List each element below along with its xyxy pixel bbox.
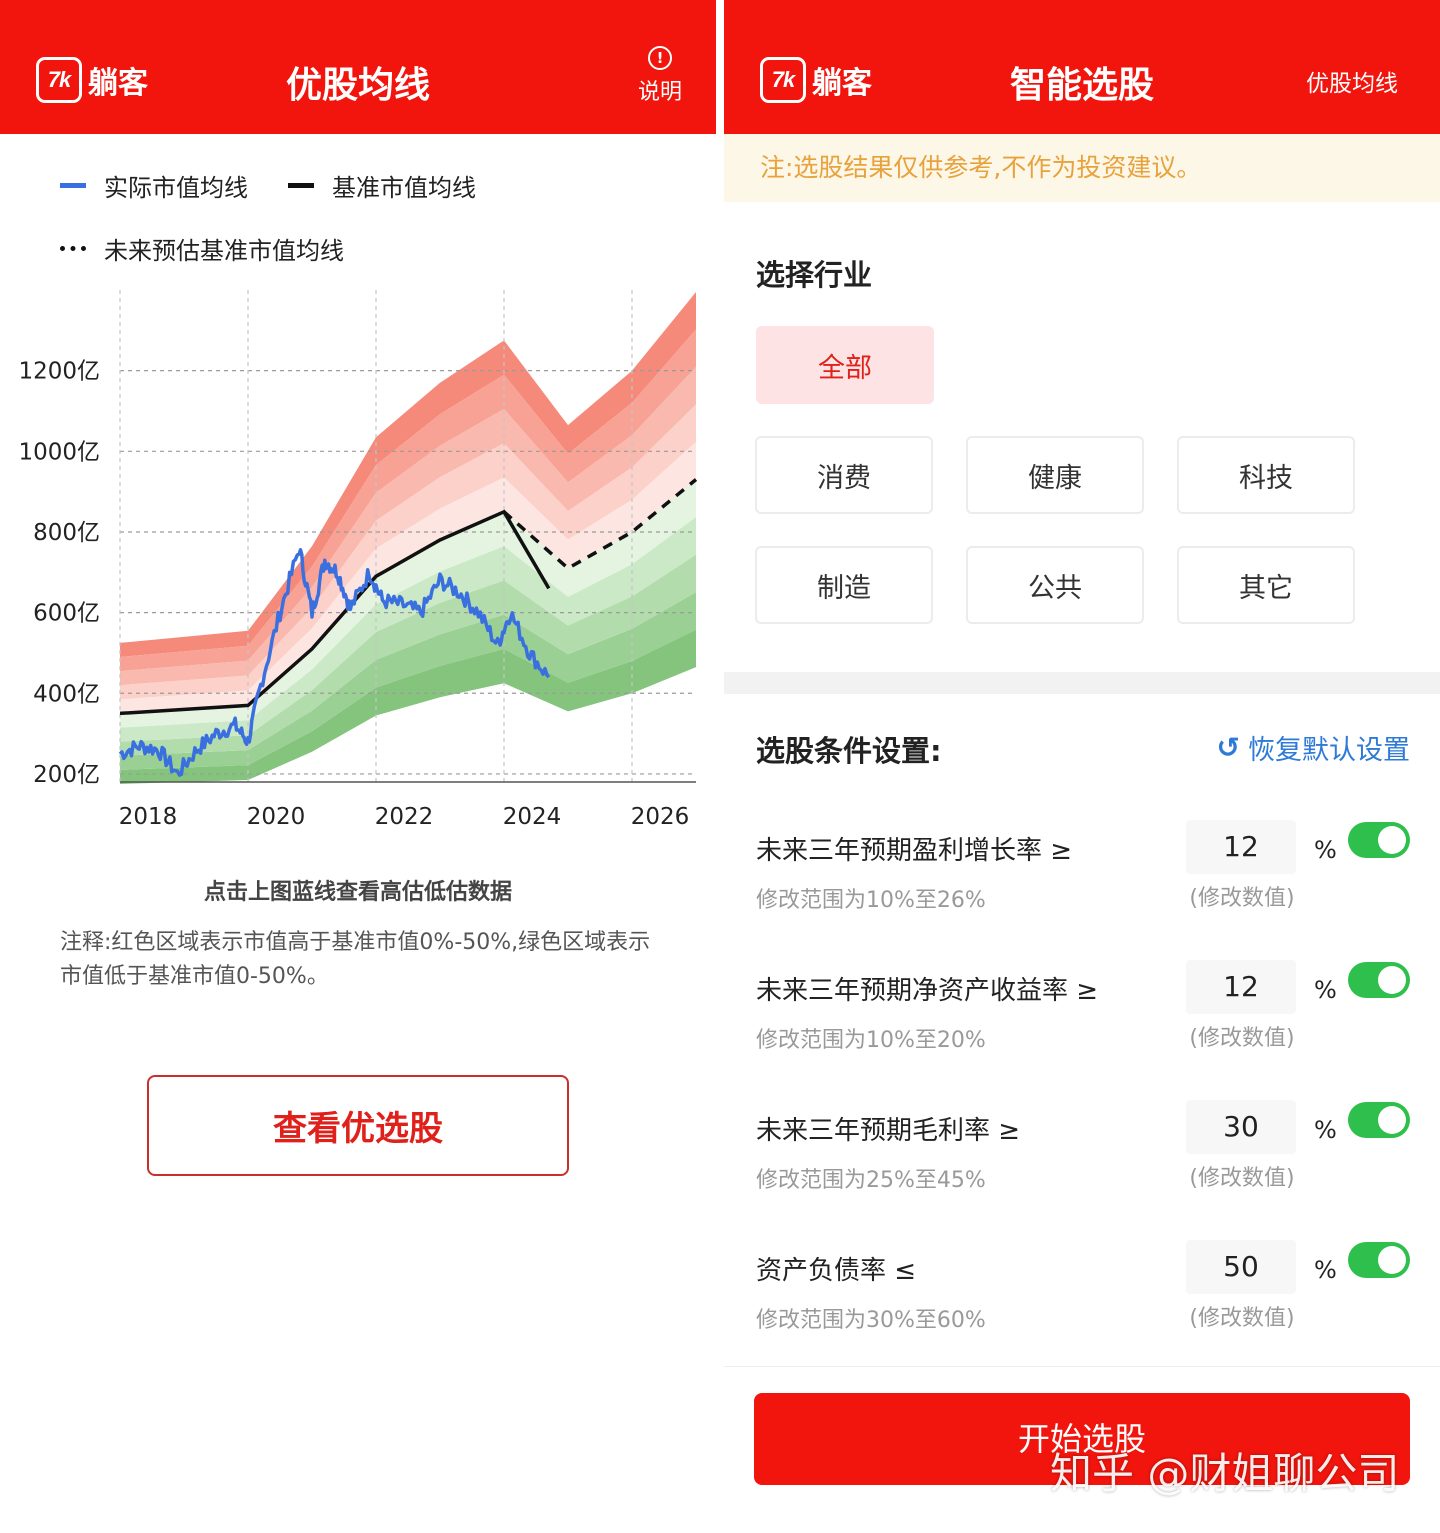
industry-chip-tech[interactable]: 科技 — [1177, 436, 1355, 514]
condition-label: 未来三年预期毛利率 ≥ — [756, 1116, 1021, 1146]
reset-defaults-button[interactable]: ↺ 恢复默认设置 — [1217, 728, 1410, 767]
condition-unit: % — [1314, 976, 1337, 1004]
condition-hint: (修改数值) — [1189, 886, 1295, 911]
reset-label: 恢复默认设置 — [1248, 735, 1410, 766]
y-tick-label: 200亿 — [33, 762, 100, 788]
legend-swatch-baseline — [288, 183, 314, 188]
toggle-knob — [1378, 1106, 1406, 1134]
condition-unit: % — [1314, 836, 1337, 864]
disclaimer-notice: 注:选股结果仅供参考,不作为投资建议。 — [724, 134, 1440, 202]
y-tick-label: 600亿 — [33, 601, 100, 627]
industry-chip-public[interactable]: 公共 — [966, 546, 1144, 624]
condition-label: 未来三年预期净资产收益率 ≥ — [756, 976, 1099, 1006]
condition-value-input[interactable]: 30 — [1186, 1100, 1296, 1154]
x-tick-label: 2020 — [247, 804, 306, 830]
market-value-chart[interactable]: 200亿 400亿 600亿 800亿 1000亿 1200亿 2018 2020 2022 20… — [0, 280, 716, 840]
page-title: 优股均线 — [285, 65, 430, 106]
view-picks-button[interactable]: 查看优选股 — [147, 1075, 569, 1176]
condition-hint: (修改数值) — [1189, 1306, 1295, 1331]
condition-range: 修改范围为30%至60% — [756, 1308, 986, 1333]
refresh-icon: ↺ — [1216, 731, 1240, 764]
header-link-ma[interactable]: 优股均线 — [1306, 64, 1398, 98]
legend-label-baseline: 基准市值均线 — [332, 174, 476, 202]
condition-hint: (修改数值) — [1189, 1026, 1295, 1051]
condition-roe: 未来三年预期净资产收益率 ≥ 修改范围为10%至20% 12 (修改数值) % — [724, 960, 1440, 1090]
industry-chip-manufacturing[interactable]: 制造 — [755, 546, 933, 624]
condition-gross-margin: 未来三年预期毛利率 ≥ 修改范围为25%至45% 30 (修改数值) % — [724, 1100, 1440, 1230]
industry-chip-all[interactable]: 全部 — [756, 326, 934, 404]
industry-chip-consumer[interactable]: 消费 — [755, 436, 933, 514]
section-divider — [724, 672, 1440, 694]
right-header: 7k 躺客 智能选股 优股均线 — [724, 0, 1440, 134]
legend-label-actual: 实际市值均线 — [104, 174, 248, 202]
left-header: 7k 躺客 优股均线 ! 说明 — [0, 0, 716, 134]
industry-chip-other[interactable]: 其它 — [1177, 546, 1355, 624]
toggle-knob — [1378, 1246, 1406, 1274]
y-tick-label: 1200亿 — [18, 359, 100, 385]
condition-toggle[interactable] — [1348, 822, 1410, 858]
conditions-section-title: 选股条件设置: — [756, 734, 942, 768]
condition-value-input[interactable]: 12 — [1186, 820, 1296, 874]
condition-toggle[interactable] — [1348, 962, 1410, 998]
x-tick-label: 2026 — [631, 804, 690, 830]
condition-range: 修改范围为10%至20% — [756, 1028, 986, 1053]
condition-hint: (修改数值) — [1189, 1166, 1295, 1191]
legend-swatch-actual — [60, 183, 86, 188]
condition-toggle[interactable] — [1348, 1102, 1410, 1138]
condition-unit: % — [1314, 1116, 1337, 1144]
info-icon: ! — [648, 46, 672, 70]
chart-note: 注释:红色区域表示市值高于基准市值0%-50%,绿色区域表示市值低于基准市值0-… — [60, 930, 651, 989]
legend-baseline: 基准市值均线 — [288, 168, 476, 203]
condition-label: 未来三年预期盈利增长率 ≥ — [756, 836, 1073, 866]
legend-swatch-forecast — [60, 246, 86, 251]
legend-forecast: 未来预估基准市值均线 — [60, 231, 344, 266]
help-label: 说明 — [637, 80, 682, 105]
chart-svg: 200亿 400亿 600亿 800亿 1000亿 1200亿 2018 2020 2022 20… — [18, 290, 698, 830]
left-screen: 7k 躺客 优股均线 ! 说明 实际市值均线 基准市值均线 未来预估基准市值均线… — [0, 0, 716, 1533]
toggle-knob — [1378, 826, 1406, 854]
condition-range: 修改范围为25%至45% — [756, 1168, 986, 1193]
panel-gap — [716, 0, 724, 1533]
y-tick-label: 400亿 — [33, 681, 100, 707]
condition-label: 资产负债率 ≤ — [756, 1256, 917, 1286]
condition-unit: % — [1314, 1256, 1337, 1284]
y-tick-label: 1000亿 — [18, 439, 100, 465]
condition-value-input[interactable]: 50 — [1186, 1240, 1296, 1294]
condition-debt-ratio: 资产负债率 ≤ 修改范围为30%至60% 50 (修改数值) % — [724, 1240, 1440, 1370]
help-button[interactable]: ! 说明 — [634, 46, 686, 106]
legend-actual: 实际市值均线 — [60, 168, 248, 203]
industry-section-title: 选择行业 — [756, 258, 873, 292]
industry-chip-health[interactable]: 健康 — [966, 436, 1144, 514]
condition-value-input[interactable]: 12 — [1186, 960, 1296, 1014]
condition-range: 修改范围为10%至26% — [756, 888, 986, 913]
chart-hint: 点击上图蓝线查看高估低估数据 — [203, 880, 512, 905]
y-tick-label: 800亿 — [33, 520, 100, 546]
x-tick-label: 2022 — [375, 804, 434, 830]
condition-profit-growth: 未来三年预期盈利增长率 ≥ 修改范围为10%至26% 12 (修改数值) % — [724, 820, 1440, 950]
legend-label-forecast: 未来预估基准市值均线 — [104, 237, 344, 265]
right-screen: 7k 躺客 智能选股 优股均线 注:选股结果仅供参考,不作为投资建议。 选择行业… — [724, 0, 1440, 1533]
watermark: 知乎 @财姐聊公司 — [1050, 1449, 1400, 1498]
condition-toggle[interactable] — [1348, 1242, 1410, 1278]
x-tick-label: 2018 — [119, 804, 178, 830]
x-tick-label: 2024 — [503, 804, 562, 830]
toggle-knob — [1378, 966, 1406, 994]
